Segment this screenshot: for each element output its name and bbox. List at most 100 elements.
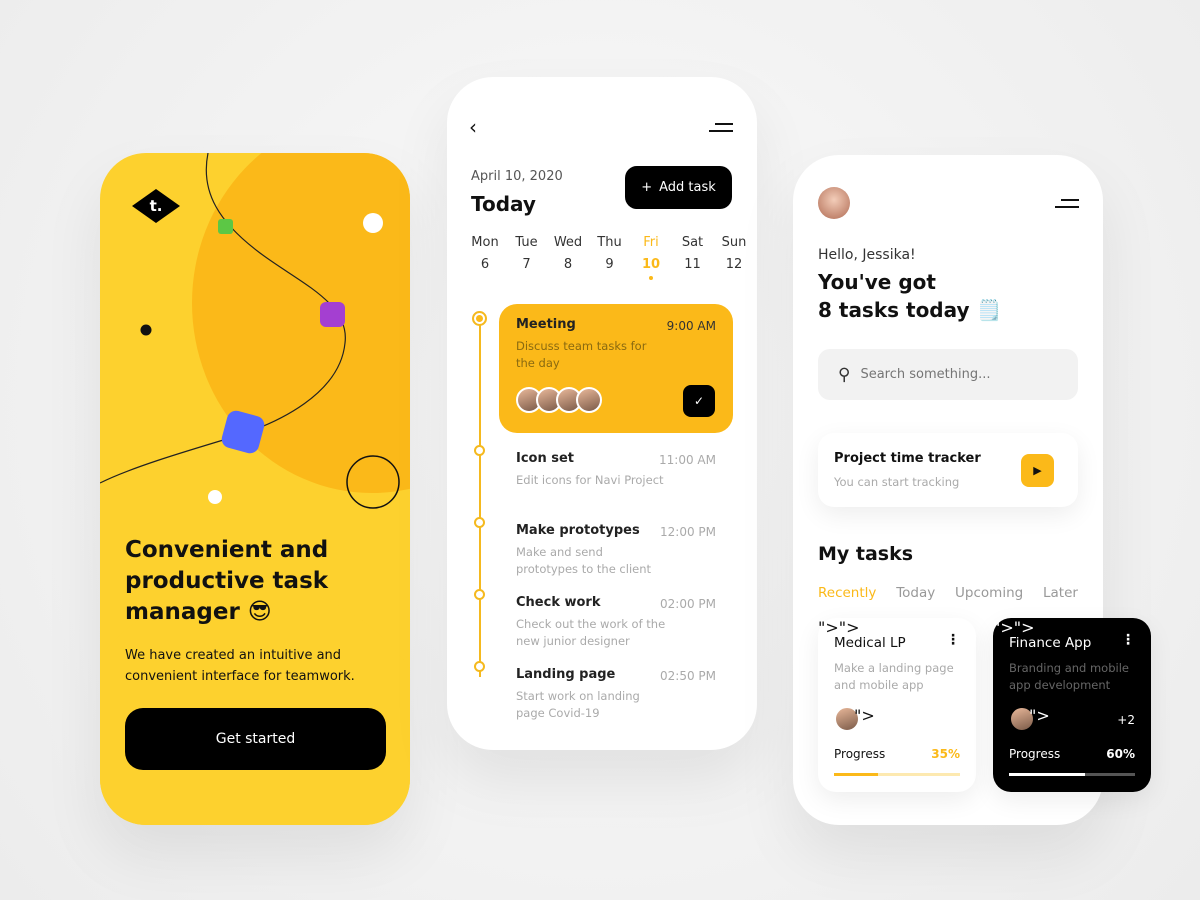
tracker-title: Project time tracker — [834, 451, 981, 466]
headline: You've got 8 tasks today 🗒️ — [818, 268, 1001, 324]
active-day-dot — [649, 276, 653, 280]
progress-value: 35% — [931, 747, 960, 761]
project-card[interactable]: Finance App ⋮ Branding and mobile app de… — [993, 618, 1151, 792]
timeline-dot — [474, 661, 485, 672]
day-name: Tue — [515, 235, 538, 250]
timeline-line — [479, 317, 481, 677]
task-item[interactable]: Meeting Discuss team tasks for the day 9:0… — [516, 317, 756, 417]
day-name: Sat — [681, 235, 704, 250]
task-time: 12:00 PM — [660, 525, 716, 539]
day-name: Sun — [721, 235, 747, 250]
subtitle-line: We have created an intuitive and — [125, 648, 342, 663]
card-title: Medical LP — [834, 635, 906, 651]
task-title: Landing page — [516, 667, 616, 682]
timeline-dot — [474, 517, 485, 528]
day-mon[interactable]: Mon 6 — [467, 235, 503, 280]
progress-track — [1009, 773, 1135, 776]
task-desc: Edit icons for Navi Project — [516, 473, 664, 487]
task-desc: Start work on landing page Covid-19 — [516, 689, 640, 720]
timeline-dot — [474, 445, 485, 456]
chevron-left-icon[interactable]: ‹ — [469, 115, 477, 139]
day-name: Wed — [553, 235, 583, 250]
card-desc: Branding and mobile app development — [1009, 661, 1129, 692]
task-time: 02:00 PM — [660, 597, 716, 611]
search-input[interactable]: ⚲ — [818, 349, 1078, 400]
task-item[interactable]: Landing page Start work on landing page C… — [516, 667, 756, 737]
tab-recently[interactable]: Recently — [818, 585, 876, 601]
title-line: Convenient and — [125, 537, 329, 563]
check-button[interactable]: ✓ — [683, 385, 715, 417]
avatar[interactable] — [818, 187, 850, 219]
task-time: 02:50 PM — [660, 669, 716, 683]
logo-text: t. — [149, 197, 163, 215]
greeting: Hello, Jessika! — [818, 247, 916, 263]
day-number: 10 — [641, 257, 661, 272]
section-title: My tasks — [818, 543, 914, 565]
tracker-subtitle: You can start tracking — [834, 475, 960, 489]
day-name: Mon — [471, 235, 499, 250]
get-started-button[interactable]: Get started — [125, 708, 386, 770]
timeline-dot — [472, 311, 487, 326]
day-sun[interactable]: Sun 12 — [716, 235, 752, 280]
day-number: 8 — [563, 257, 573, 272]
add-task-button[interactable]: + Add task — [625, 166, 732, 209]
task-title: Icon set — [516, 451, 575, 466]
task-time: 11:00 AM — [659, 453, 716, 467]
day-sat[interactable]: Sat 11 — [675, 235, 711, 280]
extra-count: +2 — [1117, 713, 1135, 727]
menu-icon[interactable] — [709, 123, 733, 132]
play-button[interactable]: ▶ — [1021, 454, 1054, 487]
day-number: 12 — [725, 257, 743, 272]
play-icon: ▶ — [1033, 464, 1042, 477]
task-title: Make prototypes — [516, 523, 640, 538]
tab-upcoming[interactable]: Upcoming — [955, 585, 1023, 601]
task-desc: Make and send prototypes to the client — [516, 545, 652, 576]
assignee-avatars — [516, 387, 602, 413]
avatar — [1009, 706, 1035, 732]
onboarding-subtitle: We have created an intuitive and conveni… — [125, 645, 355, 687]
task-desc: Check out the work of the new junior des… — [516, 617, 666, 648]
menu-icon[interactable] — [1055, 199, 1079, 208]
task-title: Check work — [516, 595, 601, 610]
day-number: 11 — [684, 257, 701, 272]
task-time: 9:00 AM — [666, 319, 716, 333]
page-title: Today — [471, 192, 536, 216]
timeline-dot — [474, 589, 485, 600]
title-line: manager 😎 — [125, 599, 272, 625]
add-task-label: Add task — [659, 180, 716, 195]
progress-track — [834, 773, 960, 776]
tab-today[interactable]: Today — [896, 585, 935, 601]
task-desc: Discuss team tasks for the day — [516, 339, 647, 370]
tab-later[interactable]: Later — [1043, 585, 1078, 601]
day-fri[interactable]: Fri 10 — [633, 235, 669, 280]
time-tracker-card[interactable]: Project time tracker You can start track… — [818, 433, 1078, 507]
task-item[interactable]: Check work Check out the work of the new … — [516, 595, 756, 665]
headline-line: You've got — [818, 270, 936, 294]
card-title: Finance App — [1009, 635, 1092, 651]
progress-label: Progress — [834, 747, 886, 761]
week-strip: Mon 6 Tue 7 Wed 8 Thu 9 Fri 10 Sat 11 Sun 12 — [467, 235, 752, 280]
search-icon: ⚲ — [838, 364, 851, 385]
search-field[interactable] — [860, 367, 1041, 382]
schedule-screen: ‹ April 10, 2020 Today + Add task Mon 6 Tue… — [447, 77, 757, 750]
headline-line: 8 tasks today 🗒️ — [818, 298, 1002, 322]
task-item[interactable]: Icon set Edit icons for Navi Project 11:00… — [516, 451, 756, 521]
onboarding-title: Convenient and productive task manager 😎 — [125, 535, 328, 628]
day-wed[interactable]: Wed 8 — [550, 235, 586, 280]
subtitle-line: convenient interface for teamwork. — [125, 669, 355, 684]
card-desc: Make a landing page and mobile app — [834, 661, 954, 692]
day-number: 7 — [522, 257, 531, 272]
task-item[interactable]: Make prototypes Make and send prototypes … — [516, 523, 756, 593]
day-name: Thu — [597, 235, 622, 250]
day-tue[interactable]: Tue 7 — [509, 235, 545, 280]
more-icon[interactable]: ⋮ — [1121, 632, 1135, 648]
assignee-avatars: "> — [1009, 706, 1050, 732]
onboarding-screen: t. Convenient and productive task manage… — [100, 153, 410, 825]
day-name: Fri — [643, 235, 659, 250]
avatar — [834, 706, 860, 732]
day-number: 9 — [605, 257, 614, 272]
avatar — [576, 387, 602, 413]
more-icon[interactable]: ⋮ — [946, 632, 960, 648]
project-card[interactable]: Medical LP ⋮ Make a landing page and mob… — [818, 618, 976, 792]
day-thu[interactable]: Thu 9 — [592, 235, 628, 280]
